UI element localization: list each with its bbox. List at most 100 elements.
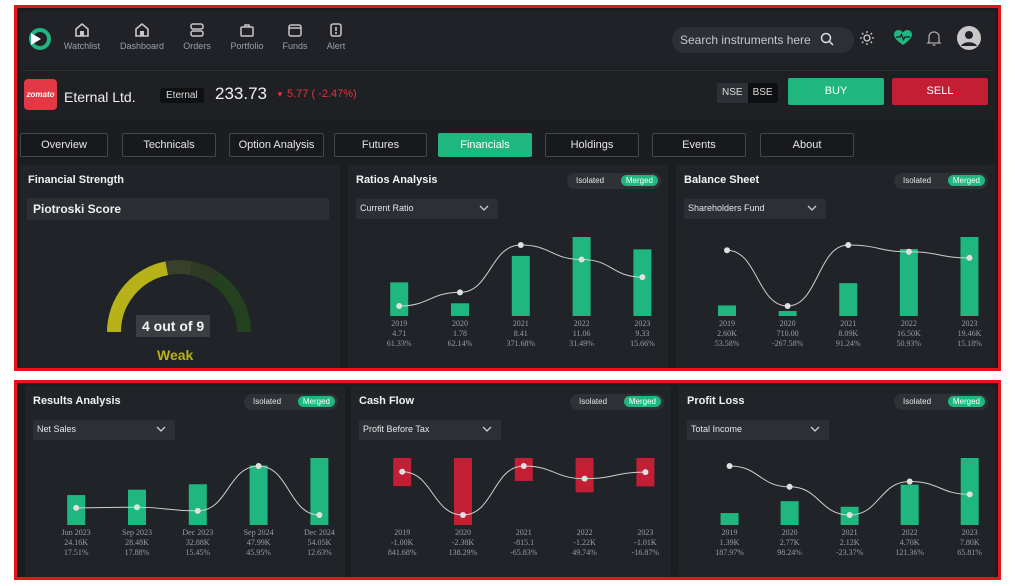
trend-point[interactable] — [845, 242, 852, 248]
data-label: 62.14% — [448, 339, 473, 348]
x-tick-label: 2022 — [901, 319, 917, 328]
chart-bar[interactable] — [960, 237, 979, 316]
trend-point[interactable] — [457, 289, 463, 296]
toggle-merged[interactable]: Merged — [297, 396, 335, 407]
toggle-isolated[interactable]: Isolated — [253, 397, 281, 406]
trend-point[interactable] — [726, 463, 733, 469]
isolated-merged-toggle[interactable]: Isolated Merged — [894, 173, 988, 189]
trend-point[interactable] — [966, 254, 973, 261]
chart-bar[interactable] — [900, 484, 919, 525]
trend-point[interactable] — [520, 463, 527, 469]
nav-orders[interactable]: Orders — [173, 22, 221, 51]
chart-bar[interactable] — [249, 465, 268, 525]
isolated-merged-toggle[interactable]: Isolated Merged — [244, 394, 338, 410]
x-tick-label: Sep 2024 — [244, 528, 274, 537]
trend-point[interactable] — [316, 512, 323, 518]
exchange-bse[interactable]: BSE — [748, 83, 778, 103]
chart-bar[interactable] — [572, 237, 591, 316]
trend-point[interactable] — [786, 483, 793, 490]
buy-button[interactable]: BUY — [788, 78, 884, 105]
x-tick-label: 2021 — [513, 319, 529, 328]
tab-about[interactable]: About — [760, 133, 854, 157]
health-heart-icon[interactable] — [894, 30, 912, 51]
isolated-merged-toggle[interactable]: Isolated Merged — [570, 394, 664, 410]
nav-dashboard[interactable]: Dashboard — [118, 22, 166, 51]
metric-dropdown[interactable]: Shareholders Fund — [684, 199, 826, 219]
toggle-merged[interactable]: Merged — [620, 175, 658, 186]
theme-toggle-icon[interactable] — [859, 30, 875, 51]
chart-bar[interactable] — [839, 283, 858, 316]
trend-point[interactable] — [578, 256, 585, 263]
data-label: 12.63% — [307, 548, 332, 557]
exchange-nse[interactable]: NSE — [717, 83, 748, 103]
isolated-merged-toggle[interactable]: Isolated Merged — [894, 394, 988, 410]
tab-futures[interactable]: Futures — [334, 133, 427, 157]
nav-portfolio[interactable]: Portfolio — [223, 22, 271, 51]
chart-bar[interactable] — [511, 255, 530, 316]
chart-bar[interactable] — [780, 501, 799, 525]
trend-point[interactable] — [642, 469, 649, 476]
bell-icon[interactable] — [926, 30, 942, 52]
chart-bar[interactable] — [514, 458, 533, 481]
tab-events[interactable]: Events — [652, 133, 746, 157]
isolated-merged-toggle[interactable]: Isolated Merged — [567, 173, 661, 189]
metric-dropdown[interactable]: Profit Before Tax — [359, 420, 501, 440]
piotroski-score-label: Piotroski Score — [27, 198, 329, 220]
toggle-isolated[interactable]: Isolated — [579, 397, 607, 406]
toggle-merged[interactable]: Merged — [947, 175, 985, 186]
chart-bar[interactable] — [718, 305, 737, 316]
trend-point[interactable] — [784, 303, 791, 309]
nav-watchlist[interactable]: Watchlist — [58, 22, 106, 51]
trend-point[interactable] — [906, 478, 913, 485]
toggle-isolated[interactable]: Isolated — [903, 176, 931, 185]
toggle-isolated[interactable]: Isolated — [903, 397, 931, 406]
x-tick-label: 2023 — [637, 528, 653, 537]
tab-overview[interactable]: Overview — [20, 133, 108, 157]
trend-point[interactable] — [194, 507, 201, 514]
app-logo-icon[interactable] — [28, 27, 52, 51]
data-label: -23.37% — [836, 548, 864, 557]
chart-bar[interactable] — [633, 249, 652, 316]
chart-bar[interactable] — [390, 282, 409, 316]
trend-point[interactable] — [399, 468, 406, 475]
trend-point[interactable] — [905, 248, 912, 255]
search-icon[interactable] — [820, 32, 834, 46]
x-tick-label: 2020 — [780, 319, 796, 328]
toggle-merged[interactable]: Merged — [947, 396, 985, 407]
metric-dropdown[interactable]: Current Ratio — [356, 199, 498, 219]
trend-point[interactable] — [134, 504, 140, 511]
tab-financials[interactable]: Financials — [438, 133, 532, 157]
nav-alert[interactable]: Alert — [312, 22, 360, 51]
dropdown-value: Profit Before Tax — [363, 424, 430, 434]
trend-point[interactable] — [639, 274, 646, 281]
trend-point[interactable] — [255, 463, 262, 469]
chart-bar[interactable] — [188, 484, 207, 525]
trend-point[interactable] — [846, 512, 853, 518]
trend-point[interactable] — [724, 247, 731, 254]
metric-dropdown[interactable]: Total Income — [687, 420, 829, 440]
sell-button[interactable]: SELL — [892, 78, 988, 105]
data-label: -267.58% — [772, 339, 804, 348]
tab-option-analysis[interactable]: Option Analysis — [229, 133, 324, 157]
toggle-isolated[interactable]: Isolated — [576, 176, 604, 185]
chart-bar[interactable] — [720, 513, 739, 525]
search-input[interactable]: Search instruments here — [672, 27, 854, 53]
chart-bar[interactable] — [778, 311, 797, 316]
chart-bar[interactable] — [899, 249, 918, 316]
trend-point[interactable] — [396, 303, 403, 309]
trend-point[interactable] — [460, 512, 466, 518]
toggle-merged[interactable]: Merged — [623, 396, 661, 407]
avatar-icon[interactable] — [957, 26, 981, 55]
tab-holdings[interactable]: Holdings — [545, 133, 639, 157]
trend-point[interactable] — [581, 475, 588, 482]
metric-dropdown[interactable]: Net Sales — [33, 420, 175, 440]
trend-point[interactable] — [966, 491, 973, 498]
chart-bar[interactable] — [451, 303, 469, 316]
data-label: -2.38K — [452, 538, 475, 547]
trend-point[interactable] — [517, 242, 524, 248]
tab-technicals[interactable]: Technicals — [122, 133, 216, 157]
chart-bar[interactable] — [575, 458, 594, 493]
dashboard-icon — [135, 22, 149, 37]
trend-point[interactable] — [73, 504, 80, 511]
chart-svg: 2019-1.00K841.68% 2020-2.38K138.29% 2021-8… — [388, 458, 659, 557]
